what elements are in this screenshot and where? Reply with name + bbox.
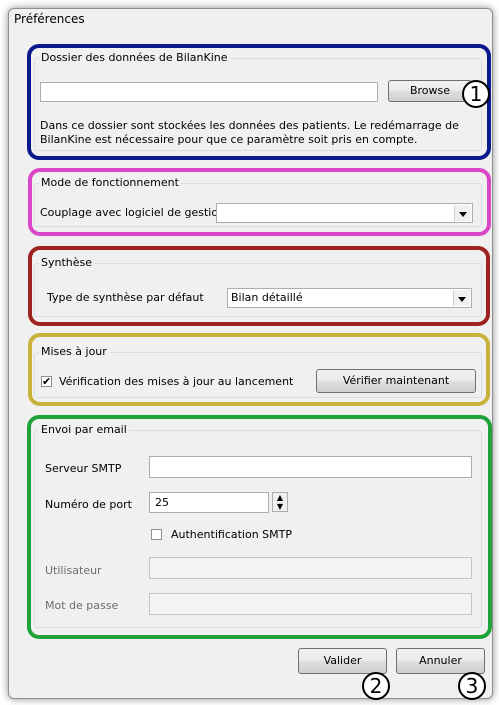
- synthesis-legend: Synthèse: [39, 256, 95, 270]
- data-folder-description: Dans ce dossier sont stockées les donnée…: [40, 119, 459, 146]
- port-label: Numéro de port: [45, 498, 132, 511]
- user-input[interactable]: [149, 557, 472, 579]
- chevron-down-icon[interactable]: [453, 290, 470, 306]
- annotation-badge-3: 3: [458, 672, 486, 700]
- dialog-title: Préférences: [14, 12, 85, 26]
- user-label: Utilisateur: [45, 564, 102, 577]
- password-input[interactable]: [149, 593, 472, 615]
- cancel-button[interactable]: Annuler: [396, 648, 485, 674]
- browse-button[interactable]: Browse: [388, 80, 472, 102]
- email-legend: Envoi par email: [39, 423, 129, 437]
- synthesis-type-select[interactable]: Bilan détaillé: [227, 288, 472, 308]
- synthesis-type-value: Bilan détaillé: [231, 291, 303, 304]
- smtp-auth-checkbox[interactable]: [151, 529, 162, 540]
- stepper-up-icon[interactable]: ▲: [273, 493, 287, 502]
- chevron-down-icon[interactable]: [454, 205, 471, 221]
- coupling-select[interactable]: [216, 203, 473, 223]
- password-label: Mot de passe: [45, 599, 119, 612]
- coupling-label: Couplage avec logiciel de gestion: [40, 206, 226, 219]
- check-updates-label: Vérification des mises à jour au lanceme…: [59, 375, 294, 388]
- data-folder-legend: Dossier des données de BilanKine: [39, 51, 230, 65]
- smtp-server-input[interactable]: [149, 456, 472, 478]
- port-input[interactable]: 25: [149, 492, 269, 513]
- synthesis-type-label: Type de synthèse par défaut: [47, 291, 204, 304]
- validate-button[interactable]: Valider: [298, 648, 387, 674]
- smtp-auth-label: Authentification SMTP: [171, 528, 292, 541]
- updates-legend: Mises à jour: [39, 345, 109, 359]
- data-folder-path-input[interactable]: [40, 82, 378, 102]
- mode-legend: Mode de fonctionnement: [39, 176, 181, 190]
- port-stepper[interactable]: ▲ ▼: [272, 492, 288, 512]
- smtp-label: Serveur SMTP: [45, 462, 122, 475]
- annotation-badge-1: 1: [462, 80, 490, 108]
- stepper-down-icon[interactable]: ▼: [273, 502, 287, 511]
- annotation-badge-2: 2: [362, 672, 390, 700]
- verify-now-button[interactable]: Vérifier maintenant: [316, 369, 476, 393]
- check-updates-checkbox[interactable]: ✔: [41, 376, 52, 387]
